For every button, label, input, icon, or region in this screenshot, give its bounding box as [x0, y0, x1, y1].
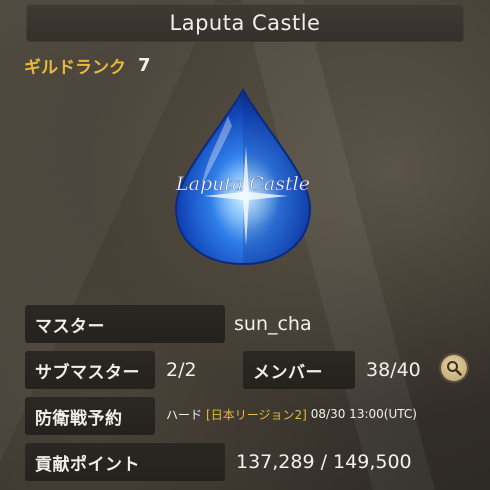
master-value: sun_cha: [234, 305, 312, 343]
guild-rank-label: ギルドランク: [24, 57, 126, 78]
crest-text: Laputa Castle: [175, 173, 310, 195]
title-bar: Laputa Castle: [26, 4, 464, 42]
submaster-count: 2/2: [166, 359, 197, 381]
contribution-label-box: 貢献ポイント: [25, 443, 225, 481]
master-name: sun_cha: [234, 313, 312, 335]
defense-reservation: ハード [日本リージョン2] 08/30 13:00(UTC): [166, 395, 417, 433]
guild-name-title: Laputa Castle: [169, 11, 321, 35]
master-label: マスター: [35, 316, 105, 337]
member-label-box: メンバー: [243, 351, 355, 389]
defense-label: 防衛戦予約: [35, 408, 123, 429]
defense-region: [日本リージョン2]: [206, 407, 307, 422]
member-label: メンバー: [253, 362, 323, 383]
member-value: 38/40: [366, 351, 421, 389]
guild-rank-row: ギルドランク 7: [24, 52, 151, 78]
defense-label-box: 防衛戦予約: [25, 397, 155, 435]
contribution-label: 貢献ポイント: [35, 454, 140, 475]
submaster-label-box: サブマスター: [25, 351, 155, 389]
search-icon[interactable]: [441, 355, 467, 381]
member-count: 38/40: [366, 359, 421, 381]
guild-rank-value: 7: [138, 54, 151, 76]
submaster-value: 2/2: [166, 351, 197, 389]
master-label-box: マスター: [25, 305, 225, 343]
defense-time: 08/30 13:00(UTC): [310, 407, 417, 421]
contribution-points: 137,289 / 149,500: [236, 451, 412, 473]
defense-difficulty: ハード: [166, 407, 203, 422]
contribution-value: 137,289 / 149,500: [236, 443, 412, 481]
guild-crest-icon: Laputa Castle: [175, 87, 312, 266]
submaster-label: サブマスター: [35, 362, 140, 383]
